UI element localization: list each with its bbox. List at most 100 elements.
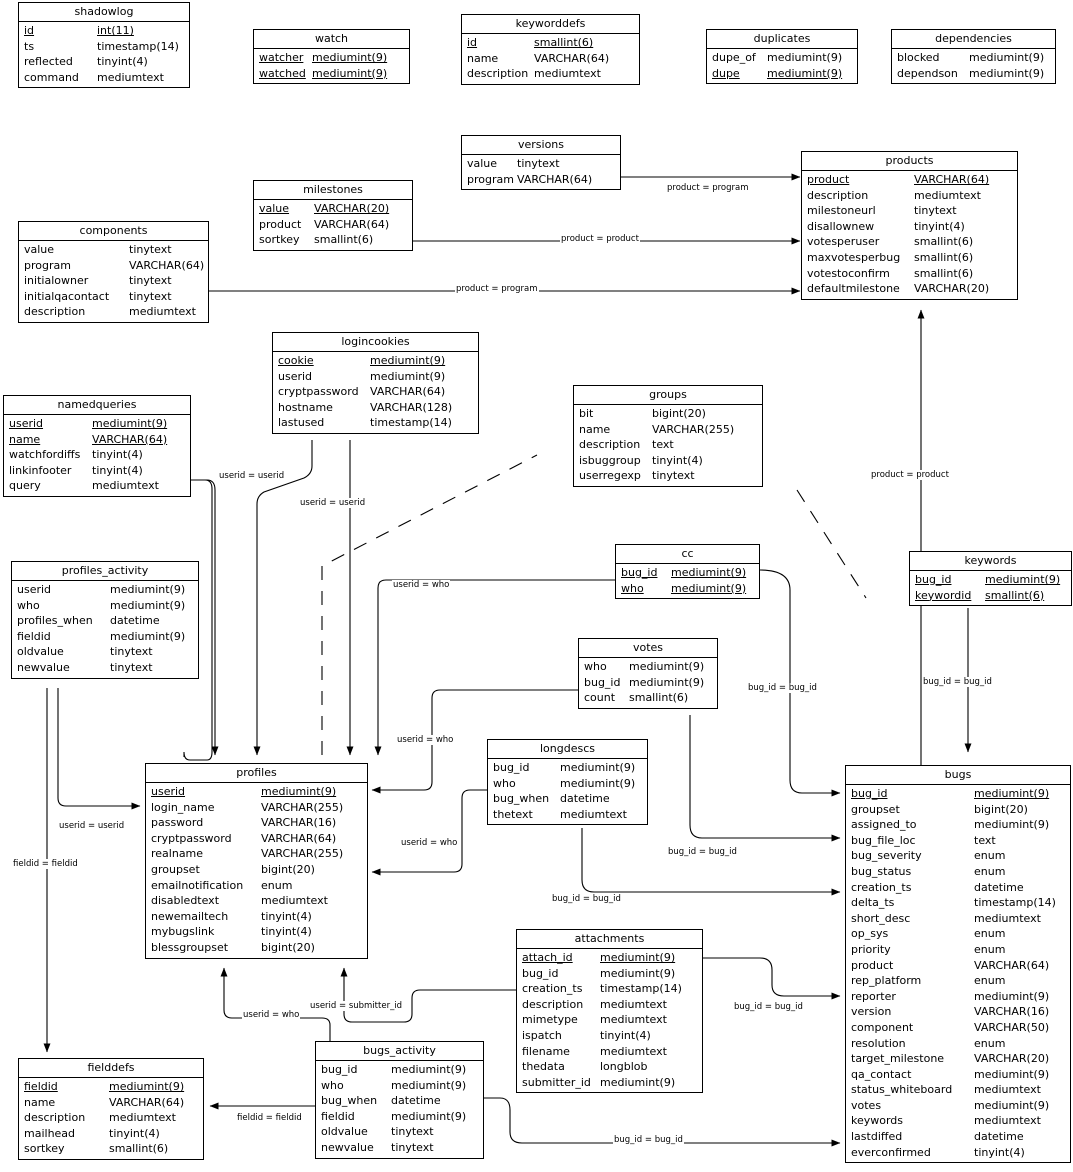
entity-table-keywords[interactable]: keywords bug_id mediumint(9) keywordid small… bbox=[909, 551, 1072, 607]
attribute-row: watchfordiffs tinyint(4) bbox=[4, 447, 190, 463]
attribute-type: mediumint(9) bbox=[969, 51, 1045, 64]
attribute-name: who bbox=[17, 598, 40, 612]
attribute-name: ispatch bbox=[522, 1028, 562, 1042]
attribute-row: resolution enum bbox=[846, 1036, 1070, 1052]
attribute-type: enum bbox=[974, 927, 1006, 941]
entity-table-duplicates[interactable]: duplicates dupe_of mediumint(9) dupe mediumi… bbox=[706, 29, 858, 85]
entity-table-longdescs[interactable]: longdescs bug_id mediumint(9) who mediumint(… bbox=[487, 739, 648, 826]
attribute-name: profiles_when bbox=[17, 614, 93, 628]
attribute-row: attach_id mediumint(9) bbox=[517, 950, 702, 966]
attribute-row: fieldid mediumint(9) bbox=[316, 1109, 483, 1125]
attribute-name: command bbox=[24, 70, 79, 84]
attribute-type: VARCHAR(16) bbox=[974, 1005, 1050, 1019]
entity-table-namedqueries[interactable]: namedqueries userid mediumint(9) name VARCHA… bbox=[3, 395, 191, 497]
attribute-row: userid mediumint(9) bbox=[146, 784, 367, 800]
entity-table-votes[interactable]: votes who mediumint(9) bug_id mediumint(9) co… bbox=[578, 638, 718, 709]
attribute-name: assigned_to bbox=[851, 818, 917, 832]
entity-table-milestones[interactable]: milestones value VARCHAR(20) product VARCHAR… bbox=[253, 180, 413, 251]
attribute-row: name VARCHAR(64) bbox=[19, 1095, 203, 1111]
attribute-type: mediumint(9) bbox=[391, 1078, 467, 1092]
attribute-name: mimetype bbox=[522, 1013, 578, 1027]
attribute-row: lastdiffed datetime bbox=[846, 1129, 1070, 1145]
attribute-name: userid bbox=[151, 785, 186, 798]
entity-table-cc[interactable]: cc bug_id mediumint(9) who mediumint(9) bbox=[615, 544, 760, 600]
entity-attributes-shadowlog: id int(11) ts timestamp(14) reflected tinyint… bbox=[19, 22, 189, 87]
entity-table-products[interactable]: products product VARCHAR(64) description med… bbox=[801, 151, 1018, 300]
attribute-type: enum bbox=[974, 864, 1006, 878]
entity-attributes-votes: who mediumint(9) bug_id mediumint(9) count sm… bbox=[579, 658, 717, 708]
entity-table-components[interactable]: components value tinytext program VARCHAR(64… bbox=[18, 221, 209, 323]
entity-table-bugs_activity[interactable]: bugs_activity bug_id mediumint(9) who medium… bbox=[315, 1041, 484, 1159]
attribute-name: value bbox=[24, 243, 55, 256]
attribute-type: tinytext bbox=[391, 1140, 434, 1154]
entity-title-votes: votes bbox=[579, 639, 717, 658]
entity-table-groups[interactable]: groups bit bigint(20) name VARCHAR(255) descr… bbox=[573, 385, 763, 487]
attribute-row: reporter mediumint(9) bbox=[846, 989, 1070, 1005]
edge-logincookies-profiles bbox=[253, 440, 313, 756]
attribute-type: tinyint(4) bbox=[92, 463, 143, 477]
attribute-name: maxvotesperbug bbox=[807, 250, 901, 264]
relationship-label-r10: fieldid = fieldid bbox=[12, 859, 79, 869]
attribute-type: VARCHAR(64) bbox=[370, 385, 446, 399]
attribute-row: bug_when datetime bbox=[488, 791, 647, 807]
edge-longdescs-bugs bbox=[581, 828, 841, 896]
entity-table-logincookies[interactable]: logincookies cookie mediumint(9) userid medi… bbox=[272, 332, 479, 434]
entity-table-fielddefs[interactable]: fielddefs fieldid mediumint(9) name VARCHAR(… bbox=[18, 1058, 204, 1160]
attribute-row: cryptpassword VARCHAR(64) bbox=[146, 831, 367, 847]
attribute-row: sortkey smallint(6) bbox=[254, 232, 412, 248]
attribute-name: target_milestone bbox=[851, 1052, 945, 1066]
entity-table-attachments[interactable]: attachments attach_id mediumint(9) bug_id me… bbox=[516, 929, 703, 1094]
relationship-label-r6: userid = who bbox=[392, 580, 451, 590]
attribute-name: blocked bbox=[897, 51, 940, 64]
attribute-name: dupe bbox=[712, 66, 740, 80]
entity-table-keyworddefs[interactable]: keyworddefs id smallint(6) name VARCHAR(64) d… bbox=[461, 14, 640, 85]
attribute-type: mediumint(9) bbox=[969, 66, 1045, 80]
attribute-row: description mediumtext bbox=[19, 1110, 203, 1126]
entity-table-profiles_activity[interactable]: profiles_activity userid mediumint(9) who me… bbox=[11, 561, 199, 679]
attribute-name: password bbox=[151, 816, 204, 830]
entity-table-bugs[interactable]: bugs bug_id mediumint(9) groupset bigint(20)… bbox=[845, 765, 1071, 1164]
entity-table-watch[interactable]: watch watcher mediumint(9) watched mediumint… bbox=[253, 29, 410, 85]
entity-table-shadowlog[interactable]: shadowlog id int(11) ts timestamp(14) reflect… bbox=[18, 2, 190, 89]
attribute-row: program VARCHAR(64) bbox=[462, 172, 620, 188]
attribute-row: bug_id mediumint(9) bbox=[579, 675, 717, 691]
attribute-row: who mediumint(9) bbox=[616, 581, 759, 597]
attribute-type: mediumint(9) bbox=[261, 785, 337, 798]
attribute-row: delta_ts timestamp(14) bbox=[846, 895, 1070, 911]
relationship-label-r18: bug_id = bug_id bbox=[551, 894, 622, 904]
entity-table-profiles[interactable]: profiles userid mediumint(9) login_name VARC… bbox=[145, 763, 368, 959]
entity-table-versions[interactable]: versions value tinytext program VARCHAR(64) bbox=[461, 135, 621, 191]
attribute-row: votes mediumint(9) bbox=[846, 1098, 1070, 1114]
entity-table-dependencies[interactable]: dependencies blocked mediumint(9) dependson… bbox=[891, 29, 1056, 85]
attribute-row: filename mediumtext bbox=[517, 1044, 702, 1060]
attribute-type: tinyint(4) bbox=[914, 219, 965, 233]
entity-title-keyworddefs: keyworddefs bbox=[462, 15, 639, 34]
edge-cc-bugs bbox=[759, 569, 841, 797]
relationship-label-r15: bug_id = bug_id bbox=[922, 677, 993, 687]
relationship-label-r17: bug_id = bug_id bbox=[667, 847, 738, 857]
attribute-row: bug_id mediumint(9) bbox=[316, 1062, 483, 1078]
attribute-name: filename bbox=[522, 1044, 570, 1058]
attribute-type: mediumint(9) bbox=[109, 1080, 185, 1093]
attribute-type: tinytext bbox=[914, 204, 957, 218]
relationship-label-r2: product = product bbox=[560, 234, 640, 244]
attribute-name: sortkey bbox=[259, 233, 300, 247]
attribute-row: newvalue tinytext bbox=[316, 1140, 483, 1156]
entity-attributes-dependencies: blocked mediumint(9) dependson mediumint(9) bbox=[892, 49, 1055, 83]
attribute-row: value tinytext bbox=[462, 156, 620, 172]
attribute-row: defaultmilestone VARCHAR(20) bbox=[802, 281, 1017, 297]
attribute-name: fieldid bbox=[17, 629, 51, 643]
attribute-type: longblob bbox=[600, 1060, 648, 1074]
attribute-type: mediumint(9) bbox=[391, 1109, 467, 1123]
attribute-name: userid bbox=[278, 369, 313, 383]
attribute-row: who mediumint(9) bbox=[488, 776, 647, 792]
attribute-type: smallint(6) bbox=[629, 691, 689, 705]
entity-title-bugs_activity: bugs_activity bbox=[316, 1042, 483, 1061]
attribute-name: oldvalue bbox=[321, 1125, 368, 1139]
attribute-type: VARCHAR(64) bbox=[517, 172, 593, 186]
attribute-type: mediumint(9) bbox=[974, 989, 1050, 1003]
attribute-type: VARCHAR(20) bbox=[914, 282, 990, 296]
attribute-type: mediumint(9) bbox=[767, 66, 843, 80]
attribute-row: lastused timestamp(14) bbox=[273, 415, 478, 431]
attribute-row: oldvalue tinytext bbox=[316, 1124, 483, 1140]
